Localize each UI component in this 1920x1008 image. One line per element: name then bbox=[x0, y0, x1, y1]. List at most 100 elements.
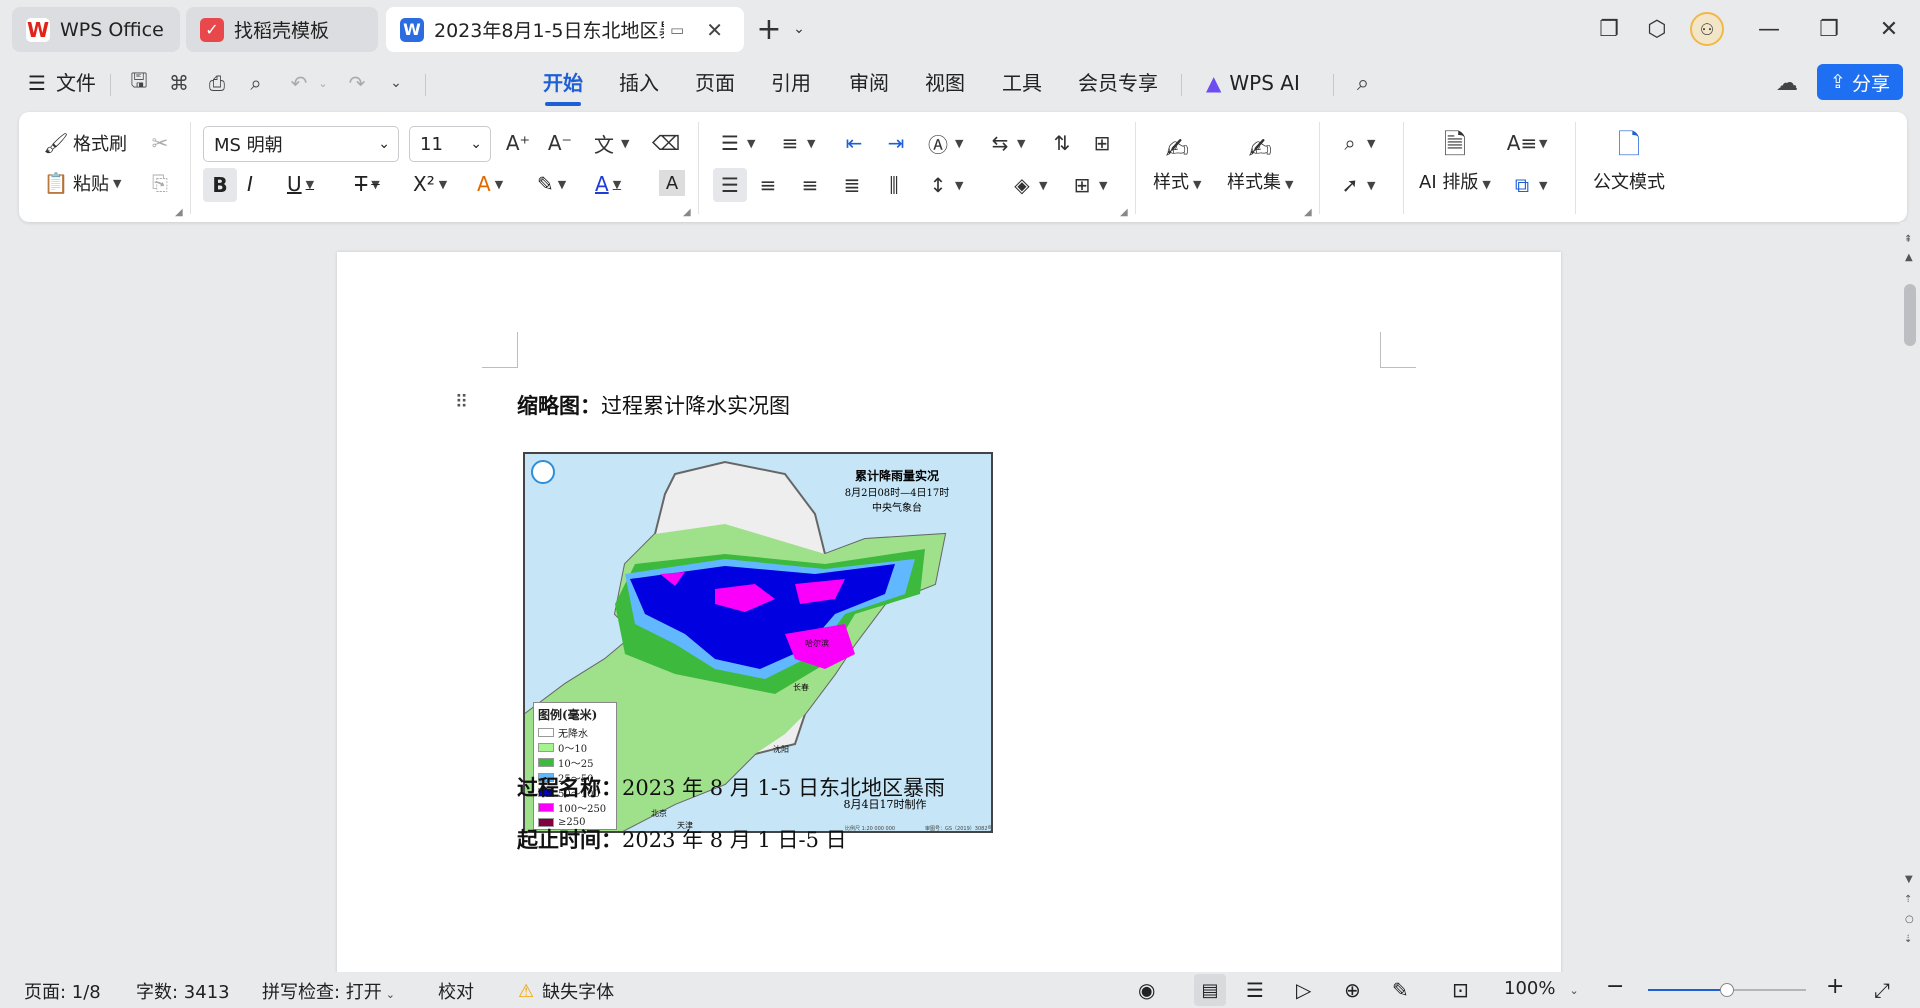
undo-dropdown-icon[interactable]: ⌄ bbox=[310, 70, 336, 96]
eye-protection-icon[interactable]: ◉ bbox=[1138, 978, 1155, 1002]
align-center-button[interactable]: ≡ bbox=[755, 172, 781, 198]
font-size-select[interactable]: 11 ⌄ bbox=[409, 126, 491, 162]
tab-membership[interactable]: 会员专享 bbox=[1078, 68, 1158, 98]
outline-view-icon[interactable]: ☰ bbox=[1246, 978, 1264, 1002]
drag-handle-icon[interactable]: ⠿ bbox=[455, 392, 468, 413]
copy-button[interactable]: ⎘ bbox=[147, 170, 173, 196]
page-view-icon[interactable]: ▤ bbox=[1194, 974, 1226, 1006]
style-set-button[interactable]: ✍ 样式集 ▼ bbox=[1227, 128, 1293, 194]
redo-icon[interactable]: ↷ bbox=[344, 70, 370, 96]
cloud-upload-icon[interactable]: ☁ bbox=[1774, 70, 1800, 96]
format-painter-quick-icon[interactable]: ⌘ bbox=[166, 70, 192, 96]
cut-button[interactable]: ✂ bbox=[147, 130, 173, 156]
search-icon[interactable]: ⌕ bbox=[1350, 70, 1376, 96]
tab-review[interactable]: 审阅 bbox=[849, 68, 889, 98]
tab-view[interactable]: 视图 bbox=[925, 68, 965, 98]
clear-format-button[interactable]: ⌫ bbox=[652, 130, 680, 156]
fullscreen-icon[interactable]: ⤢ bbox=[1874, 978, 1890, 1002]
strikethrough-button[interactable]: T ▼ bbox=[355, 172, 380, 196]
ltr-rtl-button[interactable]: ⇆ ▼ bbox=[987, 130, 1026, 156]
document-area[interactable]: ⠿ 缩略图：过程累计降水实况图 累计降雨量实况 8月2日08时—4日17时 中央… bbox=[0, 222, 1900, 972]
fit-page-icon[interactable]: ⊡ bbox=[1452, 978, 1469, 1002]
sort-button[interactable]: ⇅ bbox=[1049, 130, 1075, 156]
find-button[interactable]: ⌕ ▼ bbox=[1337, 130, 1375, 156]
scroll-to-top-icon[interactable]: ⇞ bbox=[1904, 234, 1912, 245]
tab-references[interactable]: 引用 bbox=[771, 68, 811, 98]
align-left-button[interactable]: ☰ bbox=[713, 168, 747, 202]
italic-button[interactable]: I bbox=[247, 172, 253, 196]
char-shading-button[interactable]: A bbox=[659, 170, 685, 196]
highlight-button[interactable]: ✎ ▼ bbox=[537, 172, 566, 196]
avatar[interactable]: ⚇ bbox=[1690, 12, 1724, 46]
group-launcher-icon[interactable]: ◢ bbox=[1304, 207, 1312, 218]
bold-button[interactable]: B bbox=[203, 168, 237, 202]
print-icon[interactable]: ⎙ bbox=[204, 70, 230, 96]
maximize-icon[interactable]: ❐ bbox=[1812, 12, 1846, 46]
proofread-button[interactable]: 校对 bbox=[438, 978, 474, 1004]
shapes-button[interactable]: ⧉ ▼ bbox=[1509, 172, 1548, 198]
zoom-select[interactable]: 100% ⌄ bbox=[1504, 978, 1579, 999]
line-spacing-button[interactable]: ↕ ▼ bbox=[925, 172, 964, 198]
tab-document[interactable]: W 2023年8月1-5日东北地区暴 ▭ ✕ bbox=[386, 7, 744, 52]
more-quick-icon[interactable]: ⌄ bbox=[383, 70, 409, 96]
vertical-scrollbar[interactable]: ⇞ ▲ ▼ ⇡ ○ ⇣ bbox=[1900, 222, 1920, 972]
shrink-font-button[interactable]: A⁻ bbox=[547, 130, 573, 156]
superscript-button[interactable]: X² ▼ bbox=[413, 172, 447, 196]
web-view-icon[interactable]: ⊕ bbox=[1344, 978, 1361, 1002]
select-button[interactable]: ➚ ▼ bbox=[1337, 172, 1376, 198]
zoom-out-icon[interactable]: − bbox=[1606, 974, 1624, 999]
paragraph-thumbnail[interactable]: 缩略图：过程累计降水实况图 bbox=[517, 390, 790, 420]
ai-layout-button[interactable]: 🗎 AI 排版 ▼ bbox=[1419, 128, 1491, 194]
text-effect-button[interactable]: A ▼ bbox=[477, 172, 503, 196]
format-painter-button[interactable]: 🖌 格式刷 bbox=[43, 130, 127, 156]
shading-button[interactable]: ◈ ▼ bbox=[1009, 172, 1047, 198]
increase-indent-button[interactable]: ⇥ bbox=[883, 130, 909, 156]
spell-check-toggle[interactable]: 拼写检查: 打开 ⌄ bbox=[262, 978, 395, 1004]
window-restore-tabs-icon[interactable]: ❐ bbox=[1592, 12, 1626, 46]
text-tools-button[interactable]: A≡ ▼ bbox=[1507, 130, 1548, 156]
tab-docer-templates[interactable]: ✓ 找稻壳模板 bbox=[186, 7, 378, 52]
underline-button[interactable]: U ▼ bbox=[287, 172, 314, 196]
official-doc-mode-button[interactable]: 🗋 公文模式 bbox=[1593, 128, 1665, 194]
minimize-icon[interactable]: — bbox=[1752, 12, 1786, 46]
tab-page[interactable]: 页面 bbox=[695, 68, 735, 98]
text-direction-button[interactable]: Ⓐ ▼ bbox=[925, 130, 963, 157]
new-tab-icon[interactable]: + bbox=[752, 12, 786, 47]
paragraph-time-range[interactable]: 起止时间：2023 年 8 月 1 日-5 日 bbox=[517, 824, 847, 854]
group-launcher-icon[interactable]: ◢ bbox=[683, 207, 691, 218]
close-tab-icon[interactable]: ✕ bbox=[706, 18, 723, 42]
cube-icon[interactable]: ⬡ bbox=[1640, 12, 1674, 46]
prev-page-icon[interactable]: ⇡ bbox=[1904, 894, 1912, 905]
select-browse-object-icon[interactable]: ○ bbox=[1905, 914, 1914, 925]
zoom-in-icon[interactable]: + bbox=[1826, 974, 1844, 999]
play-icon[interactable]: ▷ bbox=[1296, 978, 1311, 1002]
borders-button[interactable]: ⊞ ▼ bbox=[1069, 172, 1108, 198]
page-indicator[interactable]: 页面: 1/8 bbox=[24, 978, 101, 1004]
styles-button[interactable]: ✍ 样式 ▼ bbox=[1153, 128, 1201, 194]
paste-button[interactable]: 📋 粘贴 ▼ bbox=[43, 170, 122, 196]
phonetic-guide-button[interactable]: 文 ▼ bbox=[591, 130, 629, 157]
tab-home[interactable]: 开始 bbox=[543, 68, 583, 98]
close-window-icon[interactable]: ✕ bbox=[1872, 12, 1906, 46]
zoom-slider-thumb[interactable] bbox=[1720, 983, 1734, 997]
file-menu[interactable]: ☰ 文件 bbox=[28, 68, 96, 98]
decrease-indent-button[interactable]: ⇤ bbox=[841, 130, 867, 156]
missing-font-button[interactable]: ⚠ 缺失字体 bbox=[518, 978, 614, 1004]
share-button[interactable]: ⇪ 分享 bbox=[1817, 64, 1903, 100]
scroll-thumb[interactable] bbox=[1904, 284, 1916, 346]
tab-tools[interactable]: 工具 bbox=[1002, 68, 1042, 98]
distribute-button[interactable]: ⫼ bbox=[881, 172, 907, 198]
bullet-list-button[interactable]: ☰ ▼ bbox=[717, 130, 755, 156]
print-preview-icon[interactable]: ⌕ bbox=[243, 70, 269, 96]
save-icon[interactable]: 🖫 bbox=[126, 68, 152, 96]
font-color-button[interactable]: A ▼ bbox=[595, 172, 621, 196]
group-launcher-icon[interactable]: ◢ bbox=[1120, 207, 1128, 218]
word-count[interactable]: 字数: 3413 bbox=[136, 978, 230, 1004]
font-name-select[interactable]: MS 明朝 ⌄ bbox=[203, 126, 399, 162]
chevron-down-icon[interactable]: ⌄ bbox=[782, 12, 816, 46]
numbered-list-button[interactable]: ≡ ▼ bbox=[777, 130, 816, 156]
grow-font-button[interactable]: A⁺ bbox=[505, 130, 531, 156]
pen-icon[interactable]: ✎ bbox=[1392, 978, 1409, 1002]
justify-button[interactable]: ≣ bbox=[839, 172, 865, 198]
group-launcher-icon[interactable]: ◢ bbox=[175, 207, 183, 218]
